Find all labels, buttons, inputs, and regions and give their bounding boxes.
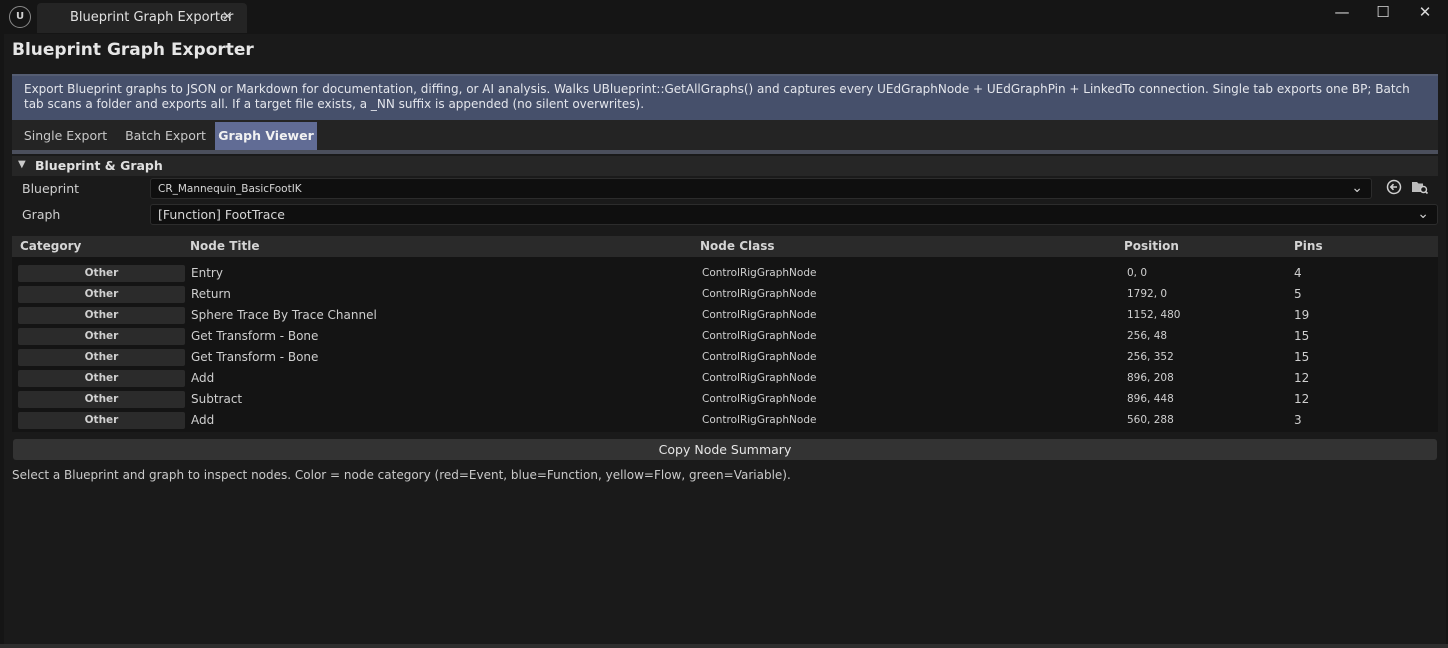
- tab-strip: Single Export Batch Export Graph Viewer: [12, 120, 1438, 150]
- node-position: 1152, 480: [1127, 309, 1181, 321]
- page-title: Blueprint Graph Exporter: [12, 40, 254, 60]
- graph-combo-value: [Function] FootTrace: [158, 207, 285, 222]
- node-position: 896, 208: [1127, 372, 1174, 384]
- node-position: 256, 48: [1127, 330, 1168, 342]
- category-badge: Other: [18, 265, 185, 282]
- blueprint-combo[interactable]: CR_Mannequin_BasicFootIK ⌄: [150, 178, 1372, 199]
- table-row[interactable]: Other Entry ControlRigGraphNode 0, 0 4: [12, 263, 1438, 284]
- status-text: Select a Blueprint and graph to inspect …: [12, 468, 791, 482]
- table-header: Category Node Title Node Class Position …: [12, 236, 1438, 257]
- node-class: ControlRigGraphNode: [702, 267, 817, 279]
- category-badge: Other: [18, 286, 185, 303]
- header-position[interactable]: Position: [1124, 239, 1179, 253]
- header-pins[interactable]: Pins: [1294, 239, 1323, 253]
- table-row[interactable]: Other Return ControlRigGraphNode 1792, 0…: [12, 284, 1438, 305]
- node-class: ControlRigGraphNode: [702, 351, 817, 363]
- copy-node-summary-button[interactable]: Copy Node Summary: [13, 439, 1437, 460]
- title-bar: U Blueprint Graph Exporter × — ☐ ✕: [0, 0, 1448, 34]
- node-title: Subtract: [191, 392, 243, 406]
- category-badge: Other: [18, 349, 185, 366]
- unreal-logo-icon[interactable]: U: [9, 6, 31, 28]
- node-position: 256, 352: [1127, 351, 1174, 363]
- table-row[interactable]: Other Get Transform - Bone ControlRigGra…: [12, 347, 1438, 368]
- header-node-class[interactable]: Node Class: [700, 239, 775, 253]
- blueprint-combo-value: CR_Mannequin_BasicFootIK: [158, 183, 302, 195]
- minimize-button[interactable]: —: [1325, 3, 1359, 23]
- node-pins: 12: [1294, 371, 1310, 385]
- tab-batch-export[interactable]: Batch Export: [118, 122, 213, 150]
- node-position: 560, 288: [1127, 414, 1174, 426]
- category-badge: Other: [18, 391, 185, 408]
- node-class: ControlRigGraphNode: [702, 372, 817, 384]
- exporter-panel: Blueprint Graph Exporter Export Blueprin…: [4, 34, 1446, 644]
- table-row[interactable]: Other Sphere Trace By Trace Channel Cont…: [12, 305, 1438, 326]
- info-text: Export Blueprint graphs to JSON or Markd…: [24, 82, 1410, 111]
- graph-combo[interactable]: [Function] FootTrace ⌄: [150, 204, 1438, 225]
- node-title: Entry: [191, 266, 223, 280]
- info-banner: Export Blueprint graphs to JSON or Markd…: [12, 74, 1438, 120]
- window-bottom-border: [0, 644, 1448, 648]
- browse-asset-icon[interactable]: [1410, 179, 1430, 199]
- node-table: Category Node Title Node Class Position …: [12, 236, 1438, 432]
- node-class: ControlRigGraphNode: [702, 288, 817, 300]
- table-row[interactable]: Other Add ControlRigGraphNode 896, 208 1…: [12, 368, 1438, 389]
- node-title: Sphere Trace By Trace Channel: [191, 308, 377, 322]
- node-class: ControlRigGraphNode: [702, 414, 817, 426]
- document-tab[interactable]: Blueprint Graph Exporter ×: [37, 3, 247, 33]
- category-badge: Other: [18, 370, 185, 387]
- node-title: Add: [191, 371, 215, 385]
- header-node-title[interactable]: Node Title: [190, 239, 259, 253]
- close-window-button[interactable]: ✕: [1408, 3, 1442, 23]
- node-title: Add: [191, 413, 215, 427]
- node-class: ControlRigGraphNode: [702, 330, 817, 342]
- table-row[interactable]: Other Subtract ControlRigGraphNode 896, …: [12, 389, 1438, 410]
- node-pins: 4: [1294, 266, 1302, 280]
- header-category[interactable]: Category: [20, 239, 81, 253]
- node-title: Return: [191, 287, 231, 301]
- document-tab-title: Blueprint Graph Exporter: [70, 10, 234, 25]
- section-title: Blueprint & Graph: [35, 158, 163, 173]
- section-header-blueprint-graph[interactable]: ▼ Blueprint & Graph: [12, 156, 1438, 176]
- node-pins: 19: [1294, 308, 1310, 322]
- use-selected-icon[interactable]: [1384, 179, 1404, 199]
- node-position: 0, 0: [1127, 267, 1148, 279]
- node-pins: 12: [1294, 392, 1310, 406]
- category-badge: Other: [18, 307, 185, 324]
- node-pins: 15: [1294, 350, 1310, 364]
- node-class: ControlRigGraphNode: [702, 393, 817, 405]
- node-position: 896, 448: [1127, 393, 1174, 405]
- chevron-down-icon: ⌄: [1417, 206, 1429, 222]
- tab-single-export[interactable]: Single Export: [18, 122, 113, 150]
- category-badge: Other: [18, 328, 185, 345]
- table-row[interactable]: Other Get Transform - Bone ControlRigGra…: [12, 326, 1438, 347]
- node-title: Get Transform - Bone: [191, 350, 319, 364]
- collapse-arrow-icon[interactable]: ▼: [18, 159, 26, 170]
- node-class: ControlRigGraphNode: [702, 309, 817, 321]
- table-row[interactable]: Other Add ControlRigGraphNode 560, 288 3: [12, 410, 1438, 431]
- node-pins: 5: [1294, 287, 1302, 301]
- blueprint-label: Blueprint: [22, 181, 80, 196]
- category-badge: Other: [18, 412, 185, 429]
- graph-label: Graph: [22, 207, 61, 222]
- tab-graph-viewer[interactable]: Graph Viewer: [215, 122, 317, 150]
- tab-divider: [12, 150, 1438, 154]
- close-tab-icon[interactable]: ×: [222, 9, 233, 24]
- node-title: Get Transform - Bone: [191, 329, 319, 343]
- node-pins: 3: [1294, 413, 1302, 427]
- maximize-button[interactable]: ☐: [1366, 3, 1400, 23]
- chevron-down-icon: ⌄: [1351, 180, 1363, 196]
- node-pins: 15: [1294, 329, 1310, 343]
- node-position: 1792, 0: [1127, 288, 1168, 300]
